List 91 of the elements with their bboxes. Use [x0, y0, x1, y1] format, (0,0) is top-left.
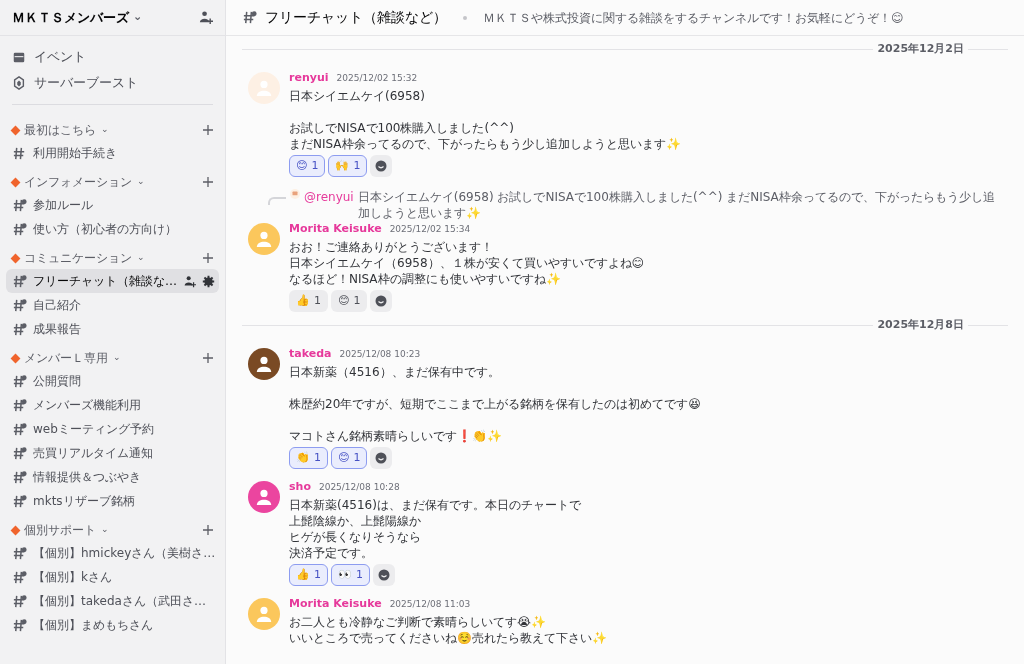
add-channel-icon	[203, 353, 213, 363]
author-name[interactable]: renyui	[289, 70, 329, 87]
reaction-button[interactable]: 👏 1	[289, 447, 328, 469]
channel-item[interactable]: 公開質問	[6, 369, 219, 393]
add-reaction-button[interactable]	[370, 447, 393, 469]
message-text: いいところで売ってくださいね☺売れたら教えて下さい✨	[289, 630, 607, 646]
emoji-smile-icon	[378, 569, 390, 581]
category-header[interactable]: 最初はこちら ⌄	[12, 121, 109, 139]
user-silhouette-icon	[255, 488, 273, 506]
channel-item[interactable]: 【個別】kさん	[6, 565, 219, 589]
author-name[interactable]: takeda	[289, 346, 332, 363]
message-text: ヒゲが長くなりそうなら	[289, 529, 422, 545]
message-time: 2025/12/08 11:03	[389, 598, 471, 611]
message-text: 株歴約20年ですが、短期でここまで上がる銘柄を保有したのは初めてです😆	[289, 396, 701, 412]
channel-item[interactable]: 使い方（初心者の方向け）	[6, 217, 219, 241]
category-header[interactable]: 個別サポート ⌄	[12, 521, 109, 539]
author-name[interactable]: sho	[289, 479, 311, 496]
boost-gem-icon	[12, 76, 26, 90]
emoji-smile-icon	[375, 452, 388, 464]
user-silhouette-icon	[255, 230, 273, 248]
category-header[interactable]: インフォメーション ⌄	[12, 173, 145, 191]
channel-item[interactable]: 参加ルール	[6, 193, 219, 217]
reaction-button[interactable]: 😊 1	[331, 447, 368, 469]
message-text: 日本シイエムケイ（6958）、１株が安くて買いやすいですよね😊	[289, 255, 645, 271]
reaction-button[interactable]: 👀 1	[331, 564, 370, 586]
add-channel-icon	[203, 525, 213, 535]
channel-title: フリーチャット（雑談など）	[265, 8, 447, 27]
category-header[interactable]: コミュニケーション ⌄	[12, 249, 145, 267]
message-text: お二人とも冷静なご判断で素晴らしいてす😭✨	[289, 614, 548, 630]
message-text: まだNISA枠余ってるので、下がったらもう少し追加しようと思います✨	[289, 136, 681, 152]
channel-item[interactable]: 【個別】まめもちさん	[6, 613, 219, 637]
user-silhouette-icon	[255, 355, 273, 373]
message-text: 日本シイエムケイ(6958)	[289, 88, 426, 104]
message-time: 2025/12/02 15:32	[336, 72, 418, 85]
user-silhouette-icon	[255, 79, 273, 97]
channel-item[interactable]: 情報提供＆つぶやき	[6, 465, 219, 489]
message-text: なるほど！NISA枠の調整にも使いやすいですね✨	[289, 271, 562, 287]
reply-preview: 日本シイエムケイ(6958) お試しでNISAで100株購入しました(^^) まだNISA枠余ってるので、下がったらもう少し追加しようと思います✨	[357, 189, 996, 221]
channel-item[interactable]: webミーティング予約	[6, 417, 219, 441]
add-channel-icon	[203, 253, 213, 263]
add-reaction-button[interactable]	[370, 155, 393, 177]
message-text: 日本新薬(4516)は、まだ保有です。本日のチャートで	[289, 497, 581, 513]
channel-item[interactable]: フリーチャット（雑談な…	[6, 269, 219, 293]
small-avatar-icon	[290, 189, 300, 199]
avatar[interactable]	[248, 348, 280, 380]
message-text: 上髭陰線か、上髭陽線か	[289, 513, 422, 529]
user-silhouette-icon	[255, 605, 273, 623]
message-time: 2025/12/02 15:34	[389, 223, 471, 236]
message-text: お試しでNISAで100株購入しました(^^)	[289, 120, 515, 136]
channel-item[interactable]: mktsリザーブ銘柄	[6, 489, 219, 513]
reaction-button[interactable]: 👍 1	[289, 564, 328, 586]
settings-gear-icon	[202, 274, 215, 288]
channel-item[interactable]: 利用開始手続き	[6, 141, 219, 165]
emoji-smile-icon	[375, 295, 388, 307]
channel-item[interactable]: メンバーズ機能利用	[6, 393, 219, 417]
date-divider: 2025年12月2日	[876, 40, 965, 57]
channel-item[interactable]: 自己紹介	[6, 293, 219, 317]
message-text: 日本新薬（4516）、まだ保有中です。	[289, 364, 501, 380]
server-name-button[interactable]: ＭＫＴＳメンバーズ ⌄	[12, 7, 143, 28]
message-time: 2025/12/08 10:23	[339, 348, 421, 361]
message-text: マコトさん銘柄素晴らしいです❗👏✨	[289, 428, 503, 444]
reaction-button[interactable]: 😊 1	[331, 290, 368, 312]
channel-item[interactable]: 売買リアルタイム通知	[6, 441, 219, 465]
sidebar-shortcut[interactable]: サーバーブースト	[6, 70, 219, 96]
channel-item[interactable]: 成果報告	[6, 317, 219, 341]
date-divider: 2025年12月8日	[876, 316, 965, 333]
author-name[interactable]: Morita Keisuke	[289, 221, 382, 238]
calendar-icon	[12, 50, 26, 64]
reply-mention[interactable]: @renyui	[304, 189, 354, 205]
channel-item[interactable]: 【個別】takedaさん（武田さ…	[6, 589, 219, 613]
add-reaction-button[interactable]	[373, 564, 395, 586]
invite-people-icon	[198, 10, 213, 25]
private-channel-icon	[242, 10, 257, 25]
avatar[interactable]	[248, 481, 280, 513]
channel-item[interactable]: 【個別】hmickeyさん（美樹さ…	[6, 541, 219, 565]
author-name[interactable]: Morita Keisuke	[289, 596, 382, 613]
invite-people-icon	[183, 274, 196, 288]
category-header[interactable]: メンバーＬ専用 ⌄	[12, 349, 121, 367]
add-channel-icon	[203, 125, 213, 135]
reaction-button[interactable]: 🙌 1	[328, 155, 368, 177]
reaction-button[interactable]: 😊 1	[289, 155, 326, 177]
message-time: 2025/12/08 10:28	[318, 481, 400, 494]
emoji-smile-icon	[375, 160, 388, 172]
add-reaction-button[interactable]	[370, 290, 393, 312]
reply-connector	[268, 197, 286, 205]
add-channel-icon	[203, 177, 213, 187]
reaction-button[interactable]: 👍 1	[289, 290, 328, 312]
channel-topic: ＭＫＴＳや株式投資に関する雑談をするチャンネルです！お気軽にどうぞ！😊	[483, 9, 904, 27]
message-text: おお！ご連絡ありがとうございます！	[289, 239, 494, 255]
message-text: 決済予定です。	[289, 545, 374, 561]
sidebar-shortcut[interactable]: イベント	[6, 44, 219, 70]
